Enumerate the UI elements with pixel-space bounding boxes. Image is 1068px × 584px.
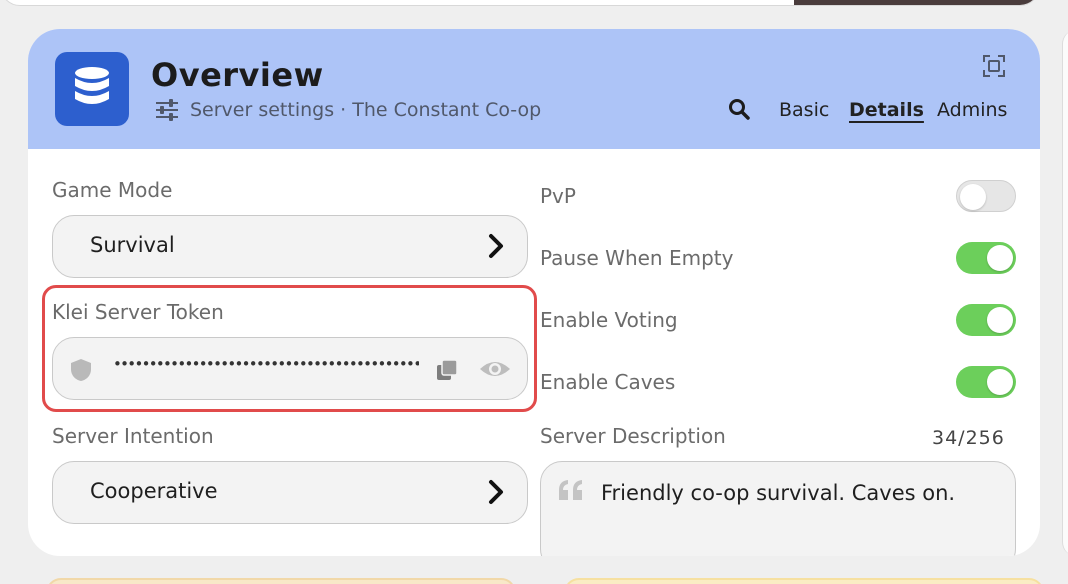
toggle-pause-when-empty[interactable]: [956, 242, 1016, 274]
page-title: Overview: [151, 56, 324, 94]
tab-basic[interactable]: Basic: [779, 99, 829, 121]
overview-card: Overview Server settings · The Constant …: [28, 29, 1040, 556]
quote-icon: [559, 480, 582, 500]
copy-icon[interactable]: [435, 358, 459, 382]
next-card-right: [564, 578, 1044, 584]
page-subtitle: Server settings · The Constant Co-op: [190, 99, 542, 121]
toggle-knob: [987, 369, 1013, 395]
eye-icon[interactable]: [478, 357, 512, 381]
previous-card-image: [794, 0, 1039, 5]
toggle-knob: [987, 307, 1013, 333]
tab-admins[interactable]: Admins: [937, 99, 1007, 121]
game-mode-label: Game Mode: [52, 178, 173, 202]
toggle-label-pause-when-empty: Pause When Empty: [540, 246, 734, 270]
toggle-label-enable-caves: Enable Caves: [540, 370, 676, 394]
database-icon: [55, 52, 129, 126]
description-value: Friendly co-op survival. Caves on.: [601, 481, 956, 505]
expand-icon[interactable]: [982, 54, 1006, 78]
toggle-knob: [987, 245, 1013, 271]
description-label: Server Description: [540, 424, 726, 448]
toggle-label-pvp: PvP: [540, 184, 576, 208]
chevron-right-icon: [489, 480, 503, 504]
search-icon[interactable]: [728, 98, 750, 120]
token-label: Klei Server Token: [52, 300, 224, 324]
game-mode-value: Survival: [90, 233, 175, 257]
description-counter: 34/256: [932, 427, 1005, 449]
sliders-icon: [156, 99, 178, 121]
toggle-enable-voting[interactable]: [956, 304, 1016, 336]
tab-details[interactable]: Details: [849, 99, 924, 121]
chevron-right-icon: [489, 234, 503, 258]
description-textarea[interactable]: Friendly co-op survival. Caves on.: [540, 461, 1016, 556]
previous-card: [0, 0, 1040, 6]
toggle-pvp[interactable]: [956, 180, 1016, 212]
toggle-knob: [960, 184, 986, 210]
toggle-label-enable-voting: Enable Voting: [540, 308, 678, 332]
intention-select[interactable]: Cooperative: [52, 461, 528, 524]
next-card-left: [46, 578, 516, 584]
toggle-enable-caves[interactable]: [956, 366, 1016, 398]
game-mode-select[interactable]: Survival: [52, 215, 528, 278]
token-masked-value: ••••••••••••••••••••••••••••••••••••••••…: [113, 355, 419, 373]
intention-value: Cooperative: [90, 479, 218, 503]
token-input[interactable]: ••••••••••••••••••••••••••••••••••••••••…: [52, 337, 528, 400]
card-header: Overview Server settings · The Constant …: [28, 29, 1040, 149]
shield-icon: [71, 359, 91, 381]
intention-label: Server Intention: [52, 424, 214, 448]
adjacent-card: [1062, 30, 1068, 556]
